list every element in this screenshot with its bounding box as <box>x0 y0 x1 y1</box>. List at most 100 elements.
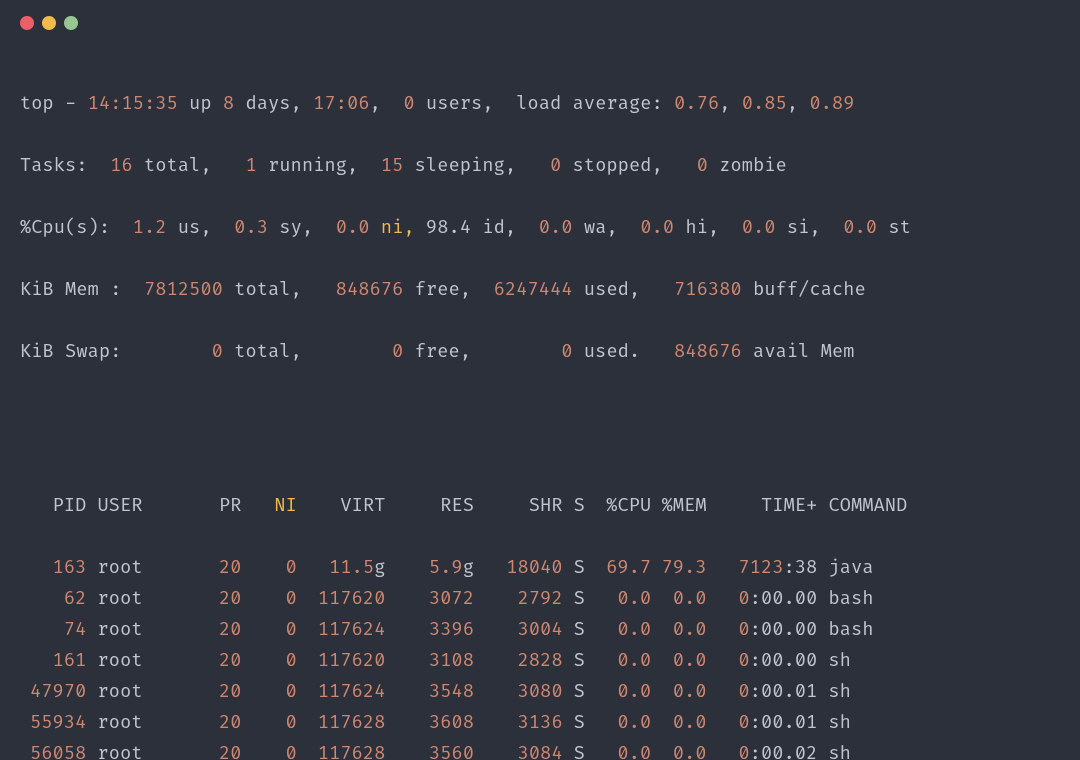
minimize-icon[interactable] <box>42 16 56 30</box>
ni-label: ni, <box>370 216 426 239</box>
cell-shr: 3084 <box>474 739 563 760</box>
cpu-us: 1.2 <box>133 216 167 239</box>
cell-state: S <box>563 646 585 677</box>
cell-pr: 20 <box>186 708 241 739</box>
cpu-hi: 0.0 <box>640 216 674 239</box>
table-row: 56058root20011762835603084S0.00.00:00.02… <box>20 739 1060 760</box>
tasks-label: Tasks: <box>20 154 110 177</box>
cell-shr: 2792 <box>474 584 563 615</box>
table-row: 55934root20011762836083136S0.00.00:00.01… <box>20 708 1060 739</box>
col-pid: PID <box>20 491 86 522</box>
sep: , <box>719 92 742 115</box>
sy-label: sy, <box>268 216 336 239</box>
cell-pr: 20 <box>186 677 241 708</box>
tasks-zombie: 0 <box>697 154 708 177</box>
cell-ni: 0 <box>242 677 297 708</box>
cell-state: S <box>563 615 585 646</box>
days-label: days, <box>234 92 313 115</box>
table-row: 62root20011762030722792S0.00.00:00.00bas… <box>20 584 1060 615</box>
cell-virt: 117624 <box>297 677 386 708</box>
cell-cpu: 0.0 <box>585 584 651 615</box>
swap-line: KiB Swap: 0 total, 0 free, 0 used. 84867… <box>20 337 1060 368</box>
cell-res: 3108 <box>386 646 475 677</box>
cell-time: 7123:38 <box>707 553 818 584</box>
cell-time: 0:00.01 <box>707 677 818 708</box>
cell-command: bash <box>817 615 873 646</box>
cell-res: 3548 <box>386 677 475 708</box>
table-row: 163root20011.5g5.9g18040S69.779.37123:38… <box>20 553 1060 584</box>
stopped-label: stopped, <box>561 154 696 177</box>
cell-cpu: 0.0 <box>585 739 651 760</box>
table-row: 74root20011762433963004S0.00.00:00.00bas… <box>20 615 1060 646</box>
cell-shr: 3136 <box>474 708 563 739</box>
cell-shr: 3080 <box>474 677 563 708</box>
cell-pr: 20 <box>186 584 241 615</box>
up-label: up <box>178 92 223 115</box>
sep: , <box>787 92 810 115</box>
cell-command: java <box>817 553 873 584</box>
cell-state: S <box>563 708 585 739</box>
cell-pid: 47970 <box>20 677 86 708</box>
cell-ni: 0 <box>242 739 297 760</box>
swap-total: 0 <box>212 340 223 363</box>
top-command: top <box>20 92 54 115</box>
cpu-id: 98.4 <box>426 216 471 239</box>
cell-cpu: 0.0 <box>585 615 651 646</box>
sep: , <box>370 92 404 115</box>
cell-user: root <box>86 739 186 760</box>
tasks-running: 1 <box>246 154 257 177</box>
cell-user: root <box>86 708 186 739</box>
hi-label: hi, <box>674 216 742 239</box>
cell-command: bash <box>817 584 873 615</box>
cell-state: S <box>563 677 585 708</box>
cell-time: 0:00.01 <box>707 708 818 739</box>
cell-virt: 117620 <box>297 584 386 615</box>
cpu-label: %Cpu(s): <box>20 216 133 239</box>
sep: - <box>54 92 88 115</box>
buff-label: buff/cache <box>742 278 866 301</box>
col-shr: SHR <box>474 491 563 522</box>
tasks-total: 16 <box>110 154 133 177</box>
cell-mem: 0.0 <box>651 677 706 708</box>
cell-pid: 161 <box>20 646 86 677</box>
cell-res: 3072 <box>386 584 475 615</box>
total-label: total, <box>223 278 336 301</box>
zoom-icon[interactable] <box>64 16 78 30</box>
free-label: free, <box>403 278 493 301</box>
close-icon[interactable] <box>20 16 34 30</box>
summary-line: top - 14:15:35 up 8 days, 17:06, 0 users… <box>20 89 1060 120</box>
tasks-line: Tasks: 16 total, 1 running, 15 sleeping,… <box>20 151 1060 182</box>
cpu-line: %Cpu(s): 1.2 us, 0.3 sy, 0.0 ni, 98.4 id… <box>20 213 1060 244</box>
cell-cpu: 0.0 <box>585 646 651 677</box>
process-table: PIDUSERPRNIVIRTRESSHRS%CPU%MEMTIME+COMMA… <box>20 460 1060 760</box>
cell-virt: 117628 <box>297 739 386 760</box>
cell-pr: 20 <box>186 553 241 584</box>
cell-time: 0:00.02 <box>707 739 818 760</box>
used-label: used, <box>573 278 675 301</box>
table-header: PIDUSERPRNIVIRTRESSHRS%CPU%MEMTIME+COMMA… <box>20 491 1060 522</box>
cell-shr: 3004 <box>474 615 563 646</box>
col-cpu: %CPU <box>585 491 651 522</box>
col-user: USER <box>86 491 186 522</box>
cell-user: root <box>86 553 186 584</box>
window-titlebar <box>0 0 1080 38</box>
cell-user: root <box>86 646 186 677</box>
swap-free: 0 <box>392 340 403 363</box>
cell-shr: 18040 <box>474 553 563 584</box>
load-5m: 0.85 <box>742 92 787 115</box>
cell-res: 3560 <box>386 739 475 760</box>
cell-state: S <box>563 739 585 760</box>
cell-mem: 0.0 <box>651 584 706 615</box>
cell-pr: 20 <box>186 739 241 760</box>
cell-ni: 0 <box>242 553 297 584</box>
uptime-days: 8 <box>223 92 234 115</box>
cell-command: sh <box>817 646 851 677</box>
zombie-label: zombie <box>708 154 787 177</box>
swap-used: 0 <box>561 340 572 363</box>
col-mem: %MEM <box>651 491 706 522</box>
col-pr: PR <box>186 491 241 522</box>
cell-mem: 0.0 <box>651 708 706 739</box>
swap-avail: 848676 <box>674 340 742 363</box>
cell-virt: 117624 <box>297 615 386 646</box>
tasks-stopped: 0 <box>550 154 561 177</box>
